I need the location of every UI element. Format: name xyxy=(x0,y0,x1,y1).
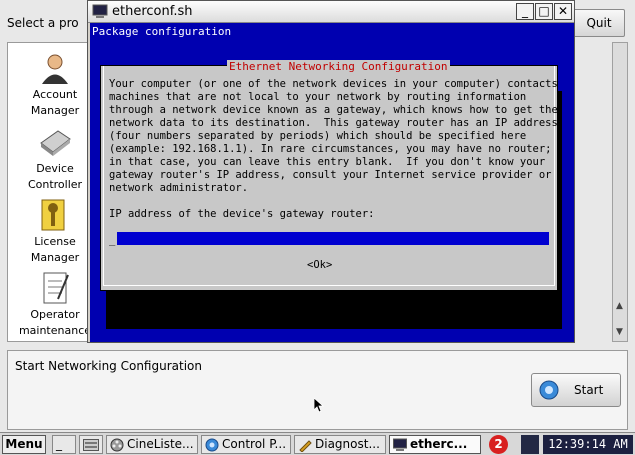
terminal-scrollbar[interactable] xyxy=(562,23,574,342)
taskbar-item-label: Diagnost... xyxy=(315,437,380,451)
list-item-label: Manager xyxy=(30,251,80,264)
device-icon xyxy=(40,130,71,156)
keyboard-icon xyxy=(83,438,99,451)
program-select-label: Select a pro xyxy=(7,16,79,30)
mouse-cursor-icon xyxy=(314,398,324,412)
notepad-icon xyxy=(43,272,69,304)
taskbar-item-minimized[interactable]: _ xyxy=(52,435,76,454)
window-titlebar[interactable]: etherconf.sh _ □ ✕ xyxy=(88,1,574,23)
taskbar-item-label: etherc... xyxy=(410,437,468,451)
taskbar: Menu _ CineListe... Control P... Diagnos… xyxy=(0,432,635,455)
clock: 12:39:14 AM xyxy=(543,435,633,454)
close-button[interactable]: ✕ xyxy=(554,3,572,20)
menu-button[interactable]: Menu xyxy=(2,435,46,454)
terminal-icon xyxy=(92,4,108,18)
list-item-label: maintenance xyxy=(18,324,92,337)
ok-button[interactable]: <Ok> xyxy=(307,259,332,271)
quit-button[interactable]: Quit xyxy=(573,9,625,37)
package-config-header: Package configuration xyxy=(92,25,232,38)
terminal-window: etherconf.sh _ □ ✕ Package configuration… xyxy=(87,0,575,343)
gear-icon xyxy=(539,380,559,400)
taskbar-item-diagnostics[interactable]: Diagnost... xyxy=(294,435,386,454)
field-cursor: _ xyxy=(109,234,116,246)
status-text: Start Networking Configuration xyxy=(15,359,202,373)
window-title: etherconf.sh xyxy=(112,4,193,19)
scroll-up-icon[interactable]: ▲ xyxy=(616,301,623,311)
terminal-icon xyxy=(393,438,407,451)
terminal-area[interactable]: Package configuration Ethernet Networkin… xyxy=(90,23,574,342)
list-item-label: Account xyxy=(32,88,78,101)
workspace-switcher[interactable] xyxy=(521,435,539,454)
gear-icon xyxy=(205,438,219,451)
start-button[interactable]: Start xyxy=(531,373,621,407)
dialog-body-text: Your computer (or one of the network dev… xyxy=(109,78,558,194)
list-item-label: Device xyxy=(36,162,74,175)
film-reel-icon xyxy=(110,438,124,451)
taskbar-item-cinelister[interactable]: CineListe... xyxy=(106,435,198,454)
key-icon xyxy=(41,199,65,231)
list-item-label: Operator xyxy=(30,308,80,321)
panel-scrollbar[interactable]: ▲ ▼ xyxy=(612,42,628,342)
list-item-label: Controller xyxy=(27,178,83,191)
user-icon xyxy=(42,54,68,84)
dialog-title: Ethernet Networking Configuration xyxy=(227,60,450,73)
list-item-label: Manager xyxy=(30,104,80,117)
taskbar-item-label: Control P... xyxy=(222,437,287,451)
start-button-label: Start xyxy=(574,383,604,397)
config-dialog: Ethernet Networking Configuration Your c… xyxy=(100,60,558,291)
scroll-down-icon[interactable]: ▼ xyxy=(616,327,623,337)
taskbar-item-keyboard[interactable] xyxy=(79,435,103,454)
notification-badge[interactable]: 2 xyxy=(489,435,508,454)
gateway-field-label: IP address of the device's gateway route… xyxy=(109,208,375,220)
list-item-label: License xyxy=(34,235,76,248)
taskbar-item-control-panel[interactable]: Control P... xyxy=(201,435,291,454)
maximize-button[interactable]: □ xyxy=(535,3,553,20)
minimize-button[interactable]: _ xyxy=(516,3,534,20)
taskbar-item-label: CineListe... xyxy=(127,437,194,451)
taskbar-item-label: _ xyxy=(56,437,62,451)
taskbar-item-etherconf[interactable]: etherc... xyxy=(389,435,481,454)
wrench-icon xyxy=(299,439,312,452)
gateway-ip-input[interactable] xyxy=(117,232,549,245)
